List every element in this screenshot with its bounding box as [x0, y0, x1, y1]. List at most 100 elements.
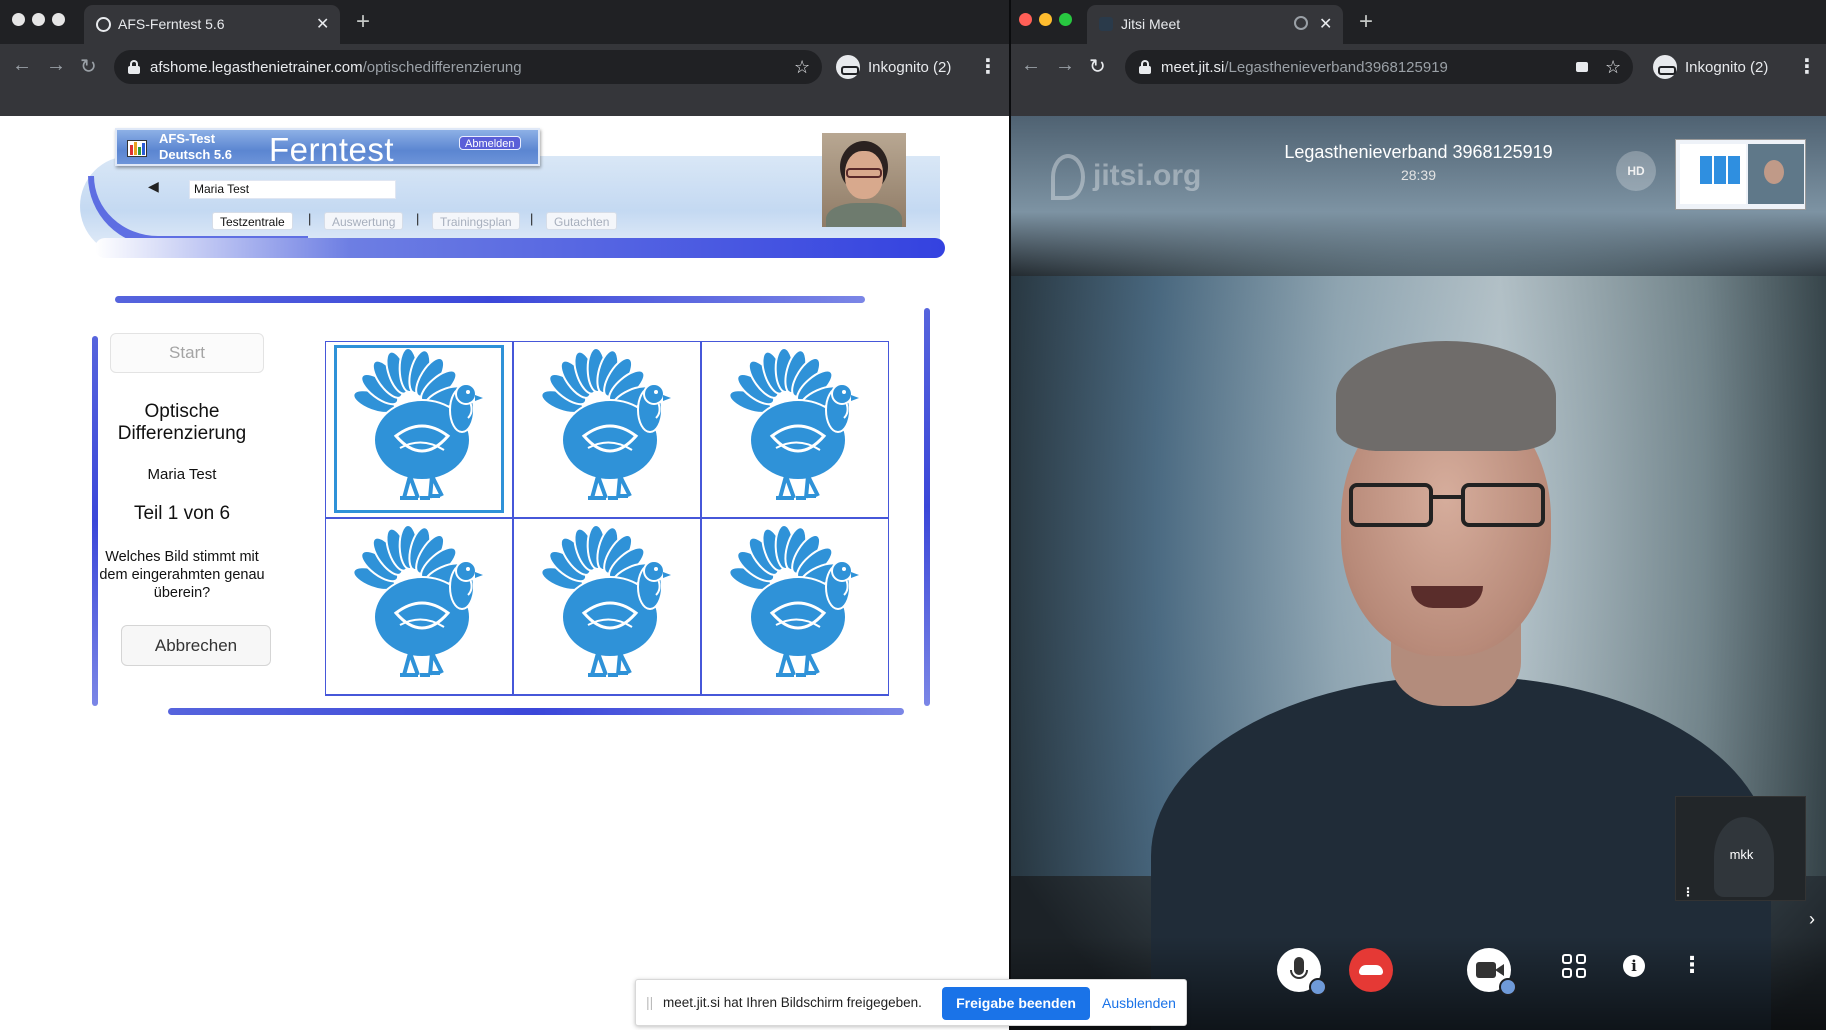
tile-view-icon[interactable] — [1562, 954, 1588, 980]
tab-afs-ferntest[interactable]: AFS-Ferntest 5.6 ✕ — [84, 5, 340, 44]
picture-grid — [325, 341, 889, 696]
bookmark-bar — [0, 90, 1010, 116]
tab-title: Jitsi Meet — [1121, 16, 1181, 32]
picture-option-cell[interactable] — [701, 341, 889, 518]
nav-separator: | — [308, 211, 312, 226]
tile-menu-icon[interactable]: ⋮ — [1682, 885, 1694, 899]
browser-window-afs: AFS-Ferntest 5.6 ✕ + ← → ↻ afshome.legas… — [0, 0, 1010, 1030]
forward-arrow-icon[interactable]: → — [1055, 54, 1075, 77]
stop-sharing-button[interactable]: Freigabe beenden — [942, 987, 1090, 1020]
lock-icon — [128, 60, 140, 74]
new-tab-button[interactable]: + — [1359, 8, 1373, 36]
picture-option-cell[interactable] — [513, 518, 701, 695]
local-participant-name: mkk — [1729, 847, 1754, 862]
url-host: meet.jit.si — [1161, 59, 1225, 76]
incognito-indicator[interactable]: Inkognito (2) — [836, 50, 951, 84]
shared-screen-thumbnail[interactable] — [1675, 139, 1806, 210]
nav-separator: | — [530, 211, 534, 226]
picture-option-cell[interactable] — [701, 518, 889, 695]
cancel-button[interactable]: Abbrechen — [121, 625, 271, 666]
start-button[interactable]: Start — [110, 333, 264, 373]
camera-button[interactable] — [1467, 948, 1517, 996]
url-host: afshome.legasthenietrainer.com — [150, 59, 363, 76]
bookmark-star-icon[interactable]: ☆ — [794, 57, 810, 78]
incognito-label: Inkognito (2) — [1685, 58, 1769, 76]
chevron-right-icon[interactable]: › — [1809, 909, 1815, 930]
browser-window-jitsi: Jitsi Meet ✕ + ← → ↻ meet.jit.si/Legasth… — [1011, 0, 1826, 1030]
banner-stroke — [95, 238, 945, 258]
afs-logo: AFS-Test Deutsch 5.6 Ferntest Abmelden — [115, 128, 540, 168]
window-close-dot[interactable] — [1019, 13, 1032, 26]
video-quality-badge[interactable]: HD — [1616, 151, 1656, 191]
incognito-icon — [1653, 55, 1677, 79]
logo-line2: Deutsch 5.6 — [159, 147, 232, 162]
globe-icon — [96, 17, 111, 32]
new-tab-button[interactable]: + — [356, 8, 370, 36]
video-options-chevron-icon[interactable] — [1499, 978, 1517, 996]
logo-line1: AFS-Test — [159, 131, 216, 146]
tab-gutachten[interactable]: Gutachten — [546, 212, 618, 230]
reload-icon[interactable]: ↻ — [1089, 54, 1106, 79]
browser-toolbar: ← → ↻ afshome.legasthenietrainer.com/opt… — [0, 44, 1010, 90]
task-question: Welches Bild stimmt mit dem eingerahmten… — [99, 549, 265, 601]
more-actions-icon[interactable]: ⋮ — [1681, 952, 1703, 978]
window-minimize-dot[interactable] — [1039, 13, 1052, 26]
user-avatar — [822, 133, 906, 227]
nav-separator: | — [416, 211, 420, 226]
tab-auswertung[interactable]: Auswertung — [324, 212, 404, 230]
top-divider — [115, 296, 865, 303]
local-video-tile[interactable]: mkk ⋮ — [1675, 796, 1806, 901]
tab-close-icon[interactable]: ✕ — [1319, 14, 1332, 34]
tab-trainingsplan[interactable]: Trainingsplan — [432, 212, 520, 230]
hide-notification-link[interactable]: Ausblenden — [1102, 995, 1176, 1011]
incognito-indicator[interactable]: Inkognito (2) — [1653, 50, 1768, 84]
picture-option-cell[interactable] — [325, 518, 513, 695]
participant-name: Maria Test — [147, 466, 217, 483]
back-arrow-icon[interactable]: ← — [12, 54, 32, 77]
browser-menu-icon[interactable]: ⋮ — [978, 54, 998, 79]
browser-menu-icon[interactable]: ⋮ — [1797, 54, 1817, 79]
hangup-icon — [1359, 965, 1383, 975]
back-triangle-icon[interactable]: ◀ — [148, 178, 159, 195]
tab-title: AFS-Ferntest 5.6 — [118, 16, 225, 32]
reload-icon[interactable]: ↻ — [80, 54, 97, 79]
right-border — [924, 308, 930, 706]
tab-strip: Jitsi Meet ✕ + — [1011, 0, 1826, 44]
tab-jitsi-meet[interactable]: Jitsi Meet ✕ — [1087, 5, 1343, 44]
camera-permission-icon[interactable] — [1576, 62, 1588, 72]
afs-page: AFS-Test Deutsch 5.6 Ferntest Abmelden ◀… — [0, 116, 1010, 1030]
bookmark-star-icon[interactable]: ☆ — [1605, 57, 1621, 78]
forward-arrow-icon[interactable]: → — [46, 54, 66, 77]
jitsi-stage: jitsi.org Legasthenieverband 3968125919 … — [1011, 116, 1826, 1030]
address-bar[interactable]: afshome.legasthenietrainer.com/optisched… — [114, 50, 822, 84]
recording-indicator-icon — [1294, 16, 1308, 30]
audio-options-chevron-icon[interactable] — [1309, 978, 1327, 996]
back-arrow-icon[interactable]: ← — [1021, 54, 1041, 77]
speaker-mouth — [1411, 586, 1483, 608]
address-bar[interactable]: meet.jit.si/Legasthenieverband3968125919… — [1125, 50, 1633, 84]
task-progress: Teil 1 von 6 — [133, 503, 231, 524]
screen-share-notification: || meet.jit.si hat Ihren Bildschirm frei… — [635, 979, 1187, 1026]
microphone-button[interactable] — [1277, 948, 1327, 996]
picture-option-cell[interactable] — [513, 341, 701, 518]
task-title: Optische Differenzierung — [117, 401, 247, 444]
jitsi-favicon-icon — [1099, 17, 1113, 31]
window-close-dot[interactable] — [12, 13, 25, 26]
tab-close-icon[interactable]: ✕ — [316, 14, 329, 34]
window-zoom-dot[interactable] — [52, 13, 65, 26]
tab-testzentrale[interactable]: Testzentrale — [212, 212, 293, 230]
hangup-button[interactable] — [1349, 948, 1393, 992]
logo-title: Ferntest — [269, 131, 395, 168]
url-path: /Legasthenieverband3968125919 — [1224, 59, 1448, 76]
info-icon[interactable]: i — [1623, 955, 1645, 977]
drag-handle-icon[interactable]: || — [646, 994, 653, 1010]
camera-icon — [1476, 962, 1496, 978]
url-path: /optischedifferenzierung — [362, 59, 522, 76]
incognito-icon — [836, 55, 860, 79]
reference-picture-cell[interactable] — [325, 341, 513, 518]
logout-button[interactable]: Abmelden — [459, 136, 521, 150]
window-minimize-dot[interactable] — [32, 13, 45, 26]
user-name-field: Maria Test — [189, 180, 396, 199]
lock-icon — [1139, 60, 1151, 74]
window-zoom-dot[interactable] — [1059, 13, 1072, 26]
